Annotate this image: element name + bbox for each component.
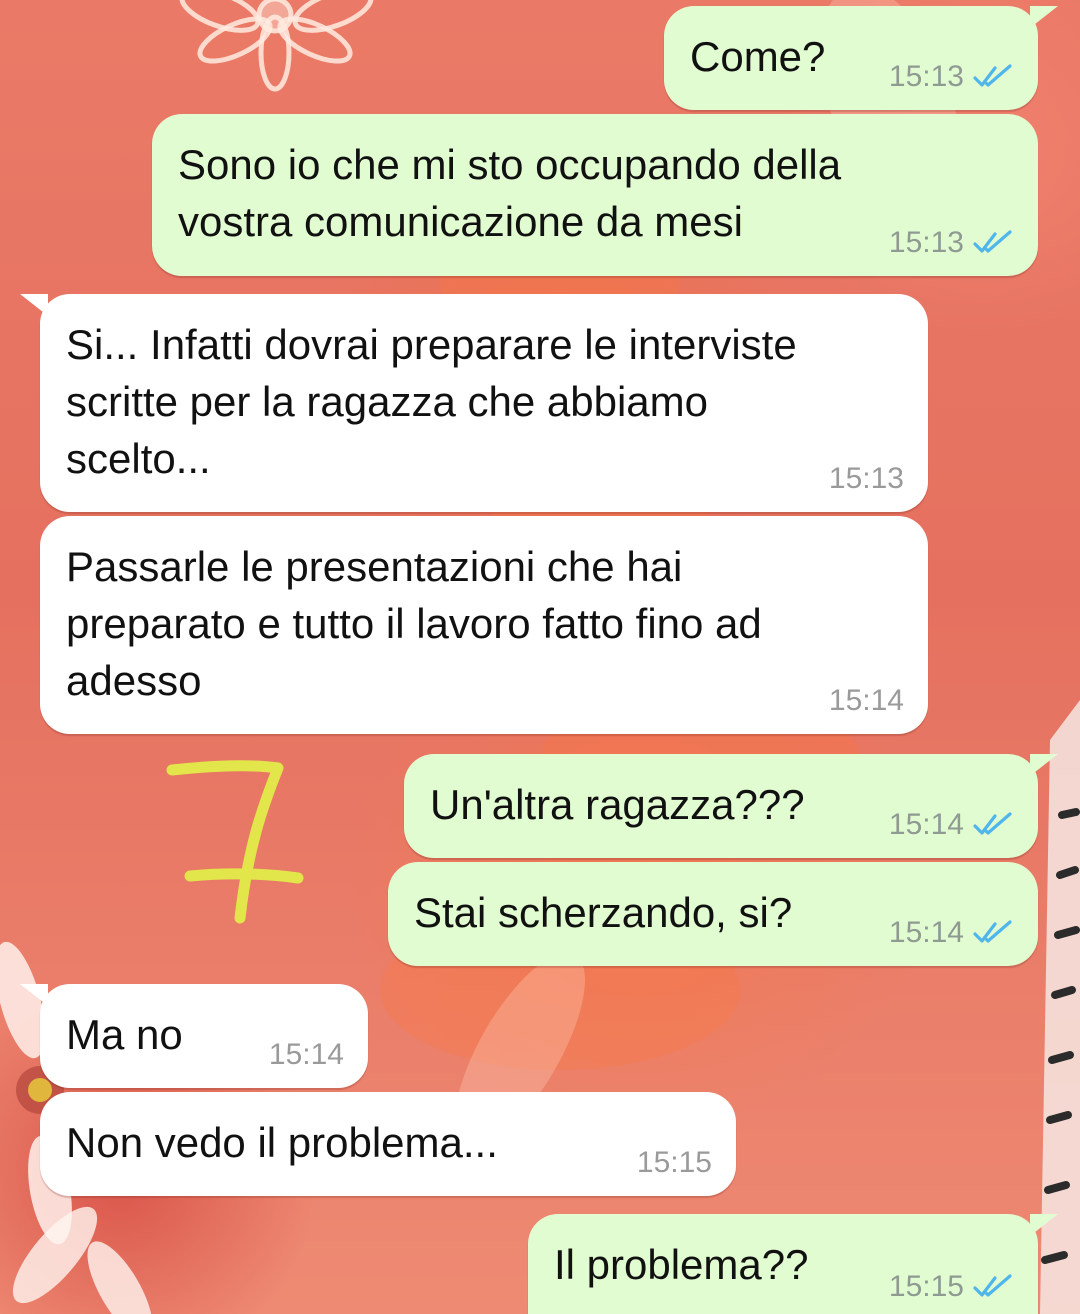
message-meta: 15:13: [829, 462, 904, 496]
message-time: 15:13: [828, 462, 904, 495]
message-bubble-outgoing[interactable]: Un'altra ragazza??? 15:14: [404, 754, 1058, 858]
message-bubble-outgoing[interactable]: Sono io che mi sto occupando della vostr…: [152, 114, 1038, 276]
message-text: Sono io che mi sto occupando della vostr…: [178, 141, 842, 245]
message-text: Si... Infatti dovrai preparare le interv…: [66, 321, 797, 482]
message-meta: 15:14: [889, 916, 1014, 950]
message-meta: 15:14: [889, 808, 1014, 842]
message-bubble-incoming[interactable]: Non vedo il problema... 15:15: [40, 1092, 736, 1196]
double-check-icon: [973, 1274, 1012, 1297]
message-meta: 15:14: [269, 1038, 344, 1072]
message-time: 15:15: [636, 1146, 712, 1179]
message-text: Un'altra ragazza???: [430, 781, 805, 828]
double-check-icon: [973, 230, 1012, 253]
double-check-icon: [973, 920, 1012, 943]
message-time: 15:13: [888, 60, 964, 93]
message-time: 15:14: [888, 916, 964, 949]
message-time: 15:13: [888, 226, 964, 259]
message-bubble-incoming[interactable]: Passarle le presentazioni che hai prepar…: [40, 516, 928, 734]
message-bubble-outgoing[interactable]: Stai scherzando, si? 15:14: [388, 862, 1038, 966]
double-check-icon: [973, 812, 1012, 835]
message-time: 15:14: [828, 684, 904, 717]
message-text: Come?: [690, 33, 826, 80]
message-time: 15:14: [268, 1038, 344, 1071]
double-check-icon: [973, 64, 1012, 87]
annotation-text: 7: [150, 748, 159, 752]
message-bubble-outgoing[interactable]: Come? 15:13: [664, 6, 1058, 110]
message-bubble-outgoing[interactable]: Il problema?? 15:15: [528, 1214, 1058, 1314]
message-text: Il problema??: [554, 1241, 809, 1288]
message-meta: 15:15: [889, 1270, 1014, 1304]
message-bubble-incoming[interactable]: Si... Infatti dovrai preparare le interv…: [20, 294, 928, 512]
message-text: Stai scherzando, si?: [414, 889, 793, 936]
message-text: Passarle le presentazioni che hai prepar…: [66, 543, 762, 704]
handwritten-number-annotation: 7: [150, 748, 304, 924]
message-text: Non vedo il problema...: [66, 1119, 498, 1166]
message-bubble-incoming[interactable]: Ma no 15:14: [20, 984, 368, 1088]
message-meta: 15:13: [889, 60, 1014, 94]
message-meta: 15:14: [829, 684, 904, 718]
message-time: 15:14: [888, 808, 964, 841]
message-text: Ma no: [66, 1011, 183, 1058]
message-time: 15:15: [888, 1270, 964, 1303]
message-meta: 15:15: [637, 1146, 712, 1180]
message-meta: 15:13: [889, 226, 1014, 260]
